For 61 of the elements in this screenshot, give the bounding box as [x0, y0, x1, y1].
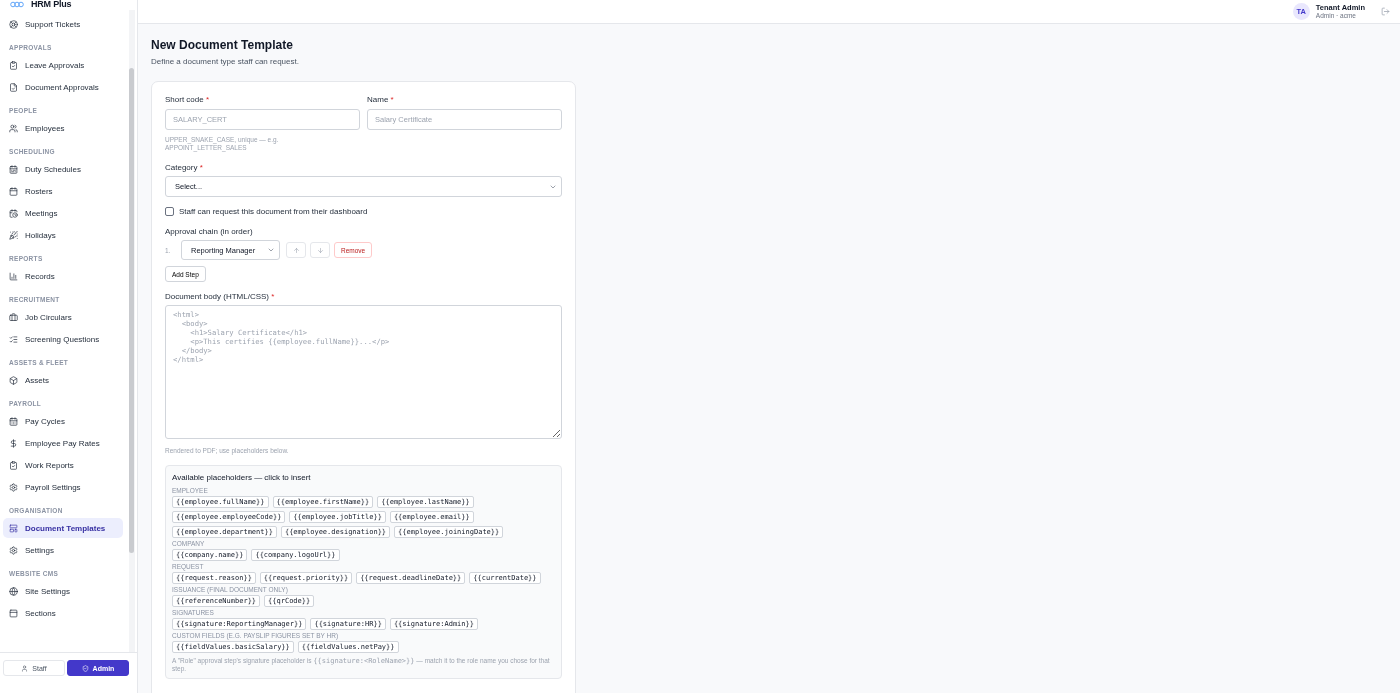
checkbox[interactable]: [165, 207, 174, 216]
field-label: Name *: [367, 95, 395, 104]
nav-icon: [9, 164, 18, 174]
nav-icon: [9, 523, 18, 533]
nav-item[interactable]: Support Tickets: [3, 14, 123, 34]
field-label: Short code *: [165, 95, 211, 104]
nav-icon: [9, 460, 18, 470]
scrollbar-thumb[interactable]: [129, 68, 134, 553]
nav-item[interactable]: Holidays: [3, 225, 123, 245]
nav-item[interactable]: Document Approvals: [3, 77, 123, 97]
move-down-button[interactable]: [310, 242, 330, 258]
field-label: Approval chain (in order): [165, 227, 254, 236]
nav-item[interactable]: Meetings: [3, 203, 123, 223]
arrow-down-icon: [316, 246, 324, 254]
page-subtitle: Define a document type staff can request.: [151, 57, 300, 66]
field-label: Document body (HTML/CSS) *: [165, 292, 276, 301]
brand-name: HRM Plus: [31, 0, 72, 9]
nav-item[interactable]: Settings: [3, 540, 123, 560]
person-icon: [21, 664, 29, 672]
nav-icon: [9, 545, 18, 555]
nav-item[interactable]: Site Settings: [3, 581, 123, 601]
nav-icon: [9, 60, 18, 70]
nav-icon: [9, 438, 18, 448]
chevron-icon: [267, 246, 275, 254]
nav-icon: [9, 123, 18, 133]
move-up-button[interactable]: [286, 242, 306, 258]
logo-icon: [10, 0, 24, 8]
shield-icon: [81, 664, 89, 672]
nav-icon: [9, 186, 18, 196]
nav-icon: [9, 19, 18, 29]
nav-icon: [9, 608, 18, 618]
page-title: New Document Template: [151, 38, 294, 52]
checkbox-label: Staff can request this document from their dashboard: [179, 207, 368, 216]
nav-item[interactable]: Pay Cycles: [3, 411, 123, 431]
panel-title: Available placeholders — click to insert: [172, 473, 312, 482]
nav-icon: [9, 230, 18, 240]
logout-icon[interactable]: [1381, 7, 1390, 16]
field-label: Category *: [165, 163, 204, 172]
nav-item[interactable]: Screening Questions: [3, 329, 123, 349]
nav-icon: [9, 312, 18, 322]
nav-item[interactable]: Payroll Settings: [3, 477, 123, 497]
nav-icon: [9, 271, 18, 281]
nav-item[interactable]: Employee Pay Rates: [3, 433, 123, 453]
nav-item[interactable]: Leave Approvals: [3, 55, 123, 75]
nav-item[interactable]: Assets: [3, 370, 123, 390]
nav-item[interactable]: Document Templates: [3, 518, 123, 538]
nav-icon: [9, 375, 18, 385]
nav-item[interactable]: Employees: [3, 118, 123, 138]
nav-icon: [9, 334, 18, 344]
nav-icon: [9, 82, 18, 92]
nav-icon: [9, 482, 18, 492]
nav-icon: [9, 586, 18, 596]
nav-icon: [9, 416, 18, 426]
nav-icon: [9, 208, 18, 218]
nav-item[interactable]: Rosters: [3, 181, 123, 201]
arrow-up-icon: [292, 246, 300, 254]
nav-item[interactable]: Sections: [3, 603, 123, 623]
nav-item[interactable]: Records: [3, 266, 123, 286]
nav-item[interactable]: Duty Schedules: [3, 159, 123, 179]
nav-item[interactable]: Work Reports: [3, 455, 123, 475]
nav-item[interactable]: Job Circulars: [3, 307, 123, 327]
